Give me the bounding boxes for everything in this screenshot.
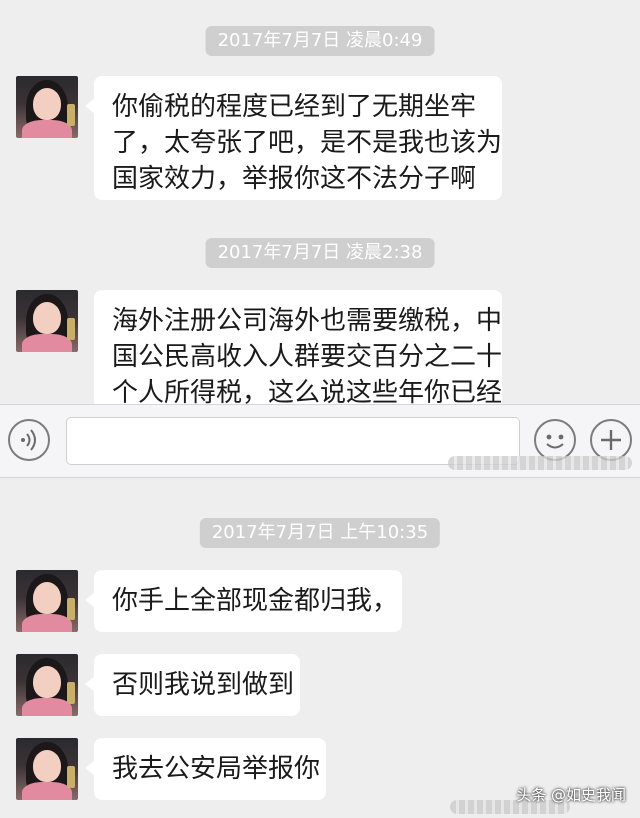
blurred-overlay	[448, 456, 632, 470]
contact-avatar[interactable]	[16, 654, 78, 716]
contact-avatar[interactable]	[16, 76, 78, 138]
timestamp: 2017年7月7日 上午10:35	[199, 518, 441, 548]
message-text: 国公民高收入人群要交百分之二十	[112, 342, 502, 372]
message-text: 我去公安局举报你	[112, 754, 321, 784]
message-text: 海外注册公司海外也需要缴税，中	[112, 306, 502, 336]
message-bubble[interactable]: 我去公安局举报你	[85, 738, 326, 800]
message-bubble[interactable]: 你手上全部现金都归我，	[85, 570, 402, 632]
contact-avatar[interactable]	[16, 570, 78, 632]
watermark: 头条 @如史我闻	[516, 786, 626, 804]
message-bubble[interactable]: 海外注册公司海外也需要缴税，中 国公民高收入人群要交百分之二十 个人所得税，这么…	[94, 290, 502, 404]
contact-avatar[interactable]	[16, 738, 78, 800]
plus-icon	[601, 430, 621, 450]
voice-button[interactable]	[8, 419, 50, 461]
message-text: 你手上全部现金都归我，	[112, 586, 399, 616]
emoji-button[interactable]	[534, 419, 576, 461]
message-text: 个人所得税，这么说这些年你已经	[112, 378, 502, 404]
emoji-icon	[546, 434, 564, 449]
message-bubble[interactable]: 否则我说到做到	[85, 654, 300, 716]
voice-icon	[21, 429, 36, 451]
message-text: 否则我说到做到	[112, 670, 295, 700]
contact-avatar[interactable]	[16, 290, 78, 352]
message-text: 你偷税的程度已经到了无期坐牢	[112, 92, 477, 122]
timestamp: 2017年7月7日 凌晨0:49	[205, 26, 435, 56]
add-button[interactable]	[590, 419, 632, 461]
timestamp: 2017年7月7日 凌晨2:38	[205, 238, 435, 268]
message-bubble[interactable]: 你偷税的程度已经到了无期坐牢 了，太夸张了吧，是不是我也该为 国家效力，举报你这…	[85, 76, 503, 200]
message-text: 了，太夸张了吧，是不是我也该为	[112, 128, 503, 158]
message-text: 国家效力，举报你这不法分子啊	[112, 164, 477, 194]
